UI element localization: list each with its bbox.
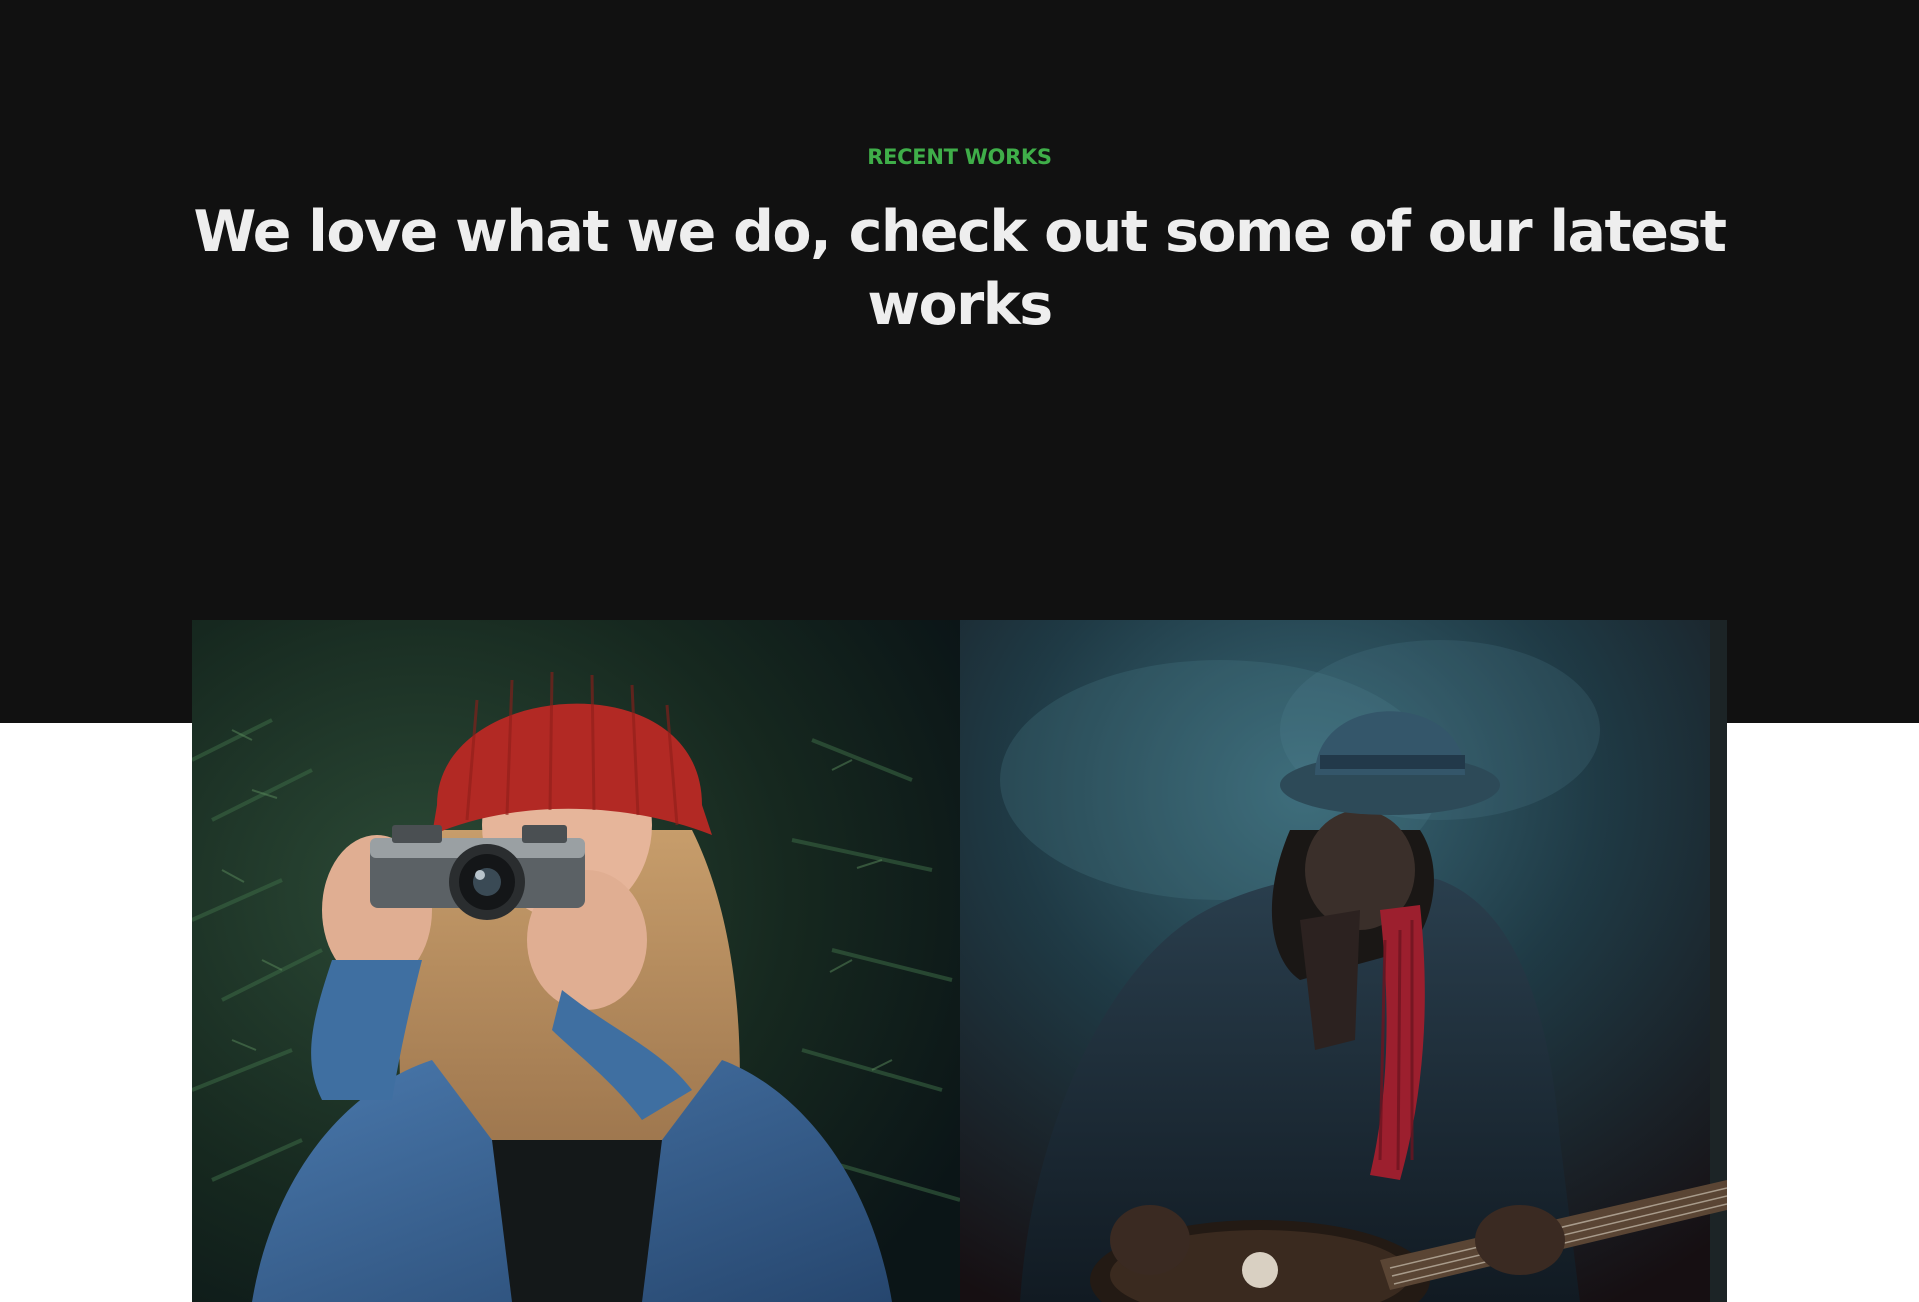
works-gallery xyxy=(192,620,1727,1302)
section-eyebrow: RECENT WORKS xyxy=(867,145,1052,169)
guitarist-photo xyxy=(960,620,1727,1302)
photographer-photo xyxy=(192,620,960,1302)
work-item-photographer[interactable] xyxy=(192,620,960,1302)
section-headline: We love what we do, check out some of ou… xyxy=(193,199,1727,338)
section-dark-background xyxy=(0,0,1919,723)
work-item-guitarist[interactable] xyxy=(960,620,1727,1302)
